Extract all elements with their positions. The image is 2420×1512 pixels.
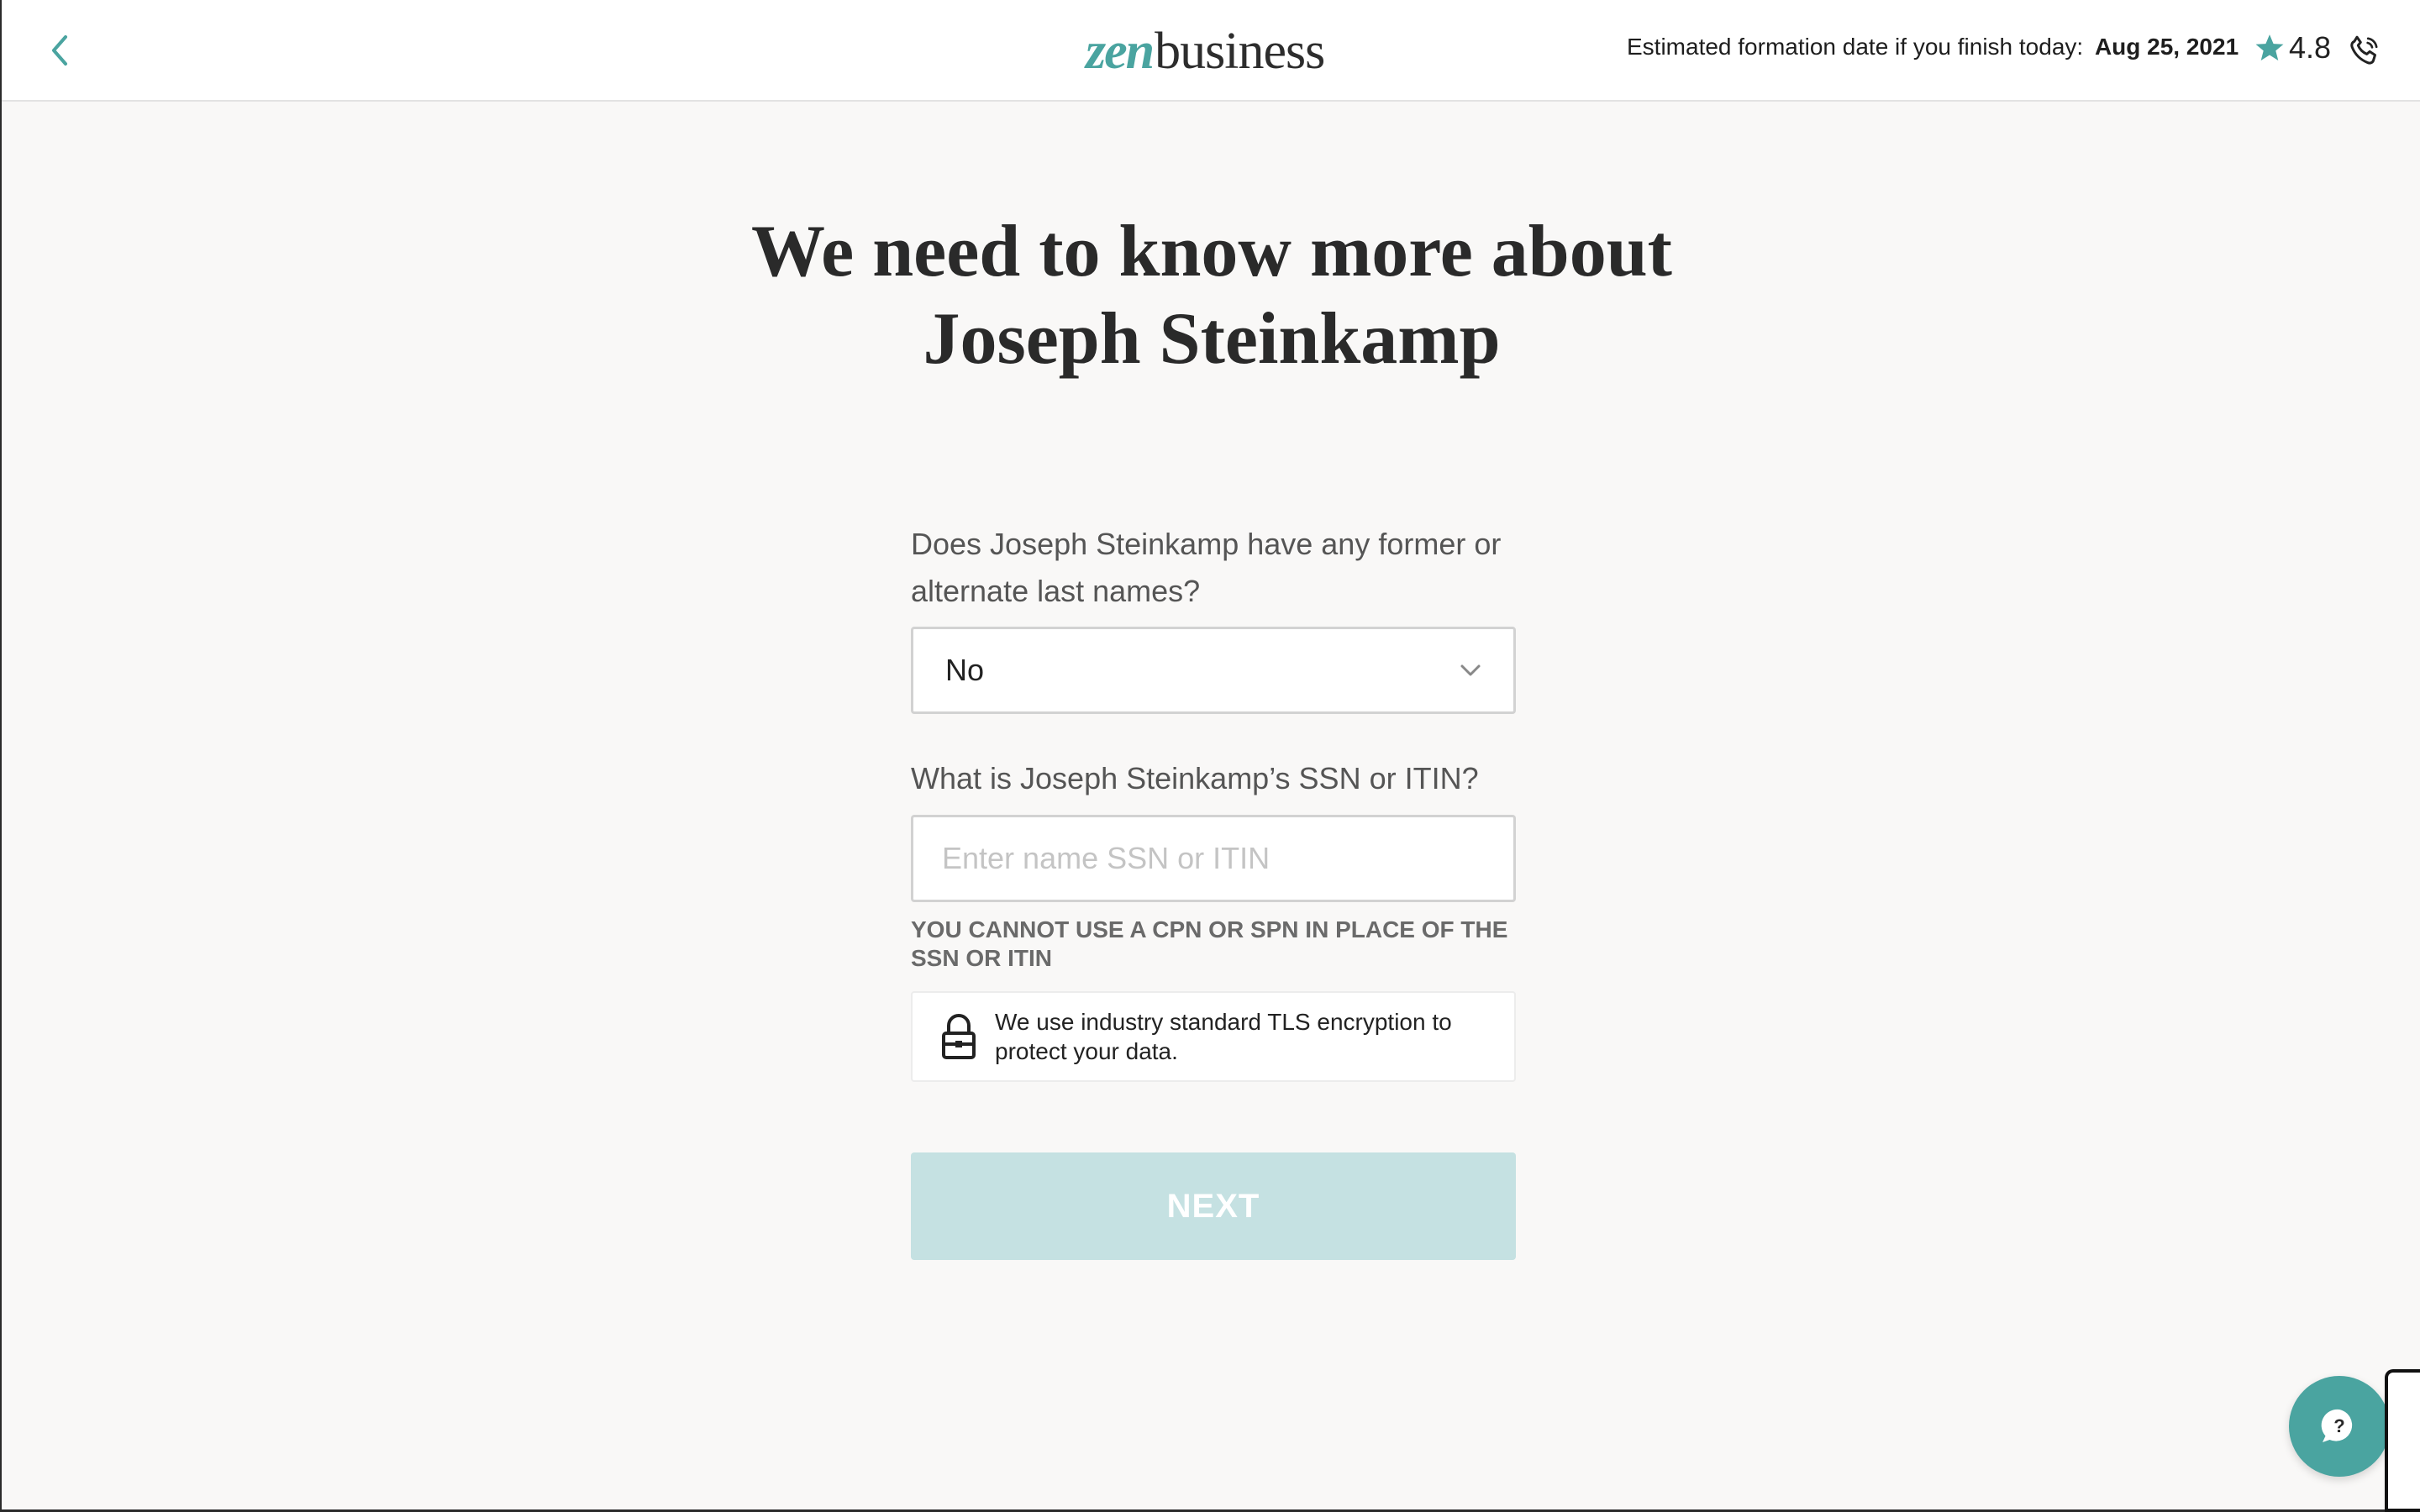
chevron-down-icon: [1460, 664, 1481, 676]
ssn-question: What is Joseph Steinkamp’s SSN or ITIN?: [911, 761, 1479, 795]
star-icon: [2255, 34, 2284, 61]
alternate-names-select[interactable]: No: [911, 627, 1516, 714]
page-title: We need to know more about Joseph Steink…: [623, 208, 1800, 383]
back-button[interactable]: [42, 30, 76, 71]
chat-help-icon: ?: [2321, 1409, 2353, 1442]
top-header: zen business Estimated formation date if…: [2, 0, 2420, 102]
phone-button[interactable]: [2348, 34, 2381, 67]
estimate-date: Aug 25, 2021: [2094, 34, 2239, 60]
chevron-left-icon: [52, 35, 67, 66]
estimate-label: Estimated formation date if you finish t…: [1627, 34, 2084, 60]
formation-estimate: Estimated formation date if you finish t…: [1627, 34, 2238, 60]
next-button[interactable]: NEXT: [911, 1152, 1516, 1260]
rating: 4.8: [2254, 30, 2331, 66]
encryption-text: We use industry standard TLS encryption …: [995, 1009, 1452, 1064]
rating-value: 4.8: [2289, 30, 2332, 65]
svg-text:?: ?: [2333, 1415, 2344, 1436]
alternate-names-question: Does Joseph Steinkamp have any former or…: [911, 527, 1502, 608]
title-line-1: We need to know more about: [751, 211, 1672, 292]
alternate-names-selected-value: No: [945, 653, 985, 687]
logo-zen-text: zen: [1086, 23, 1155, 80]
app-frame: zen business Estimated formation date if…: [0, 0, 2420, 1512]
ssn-input[interactable]: [911, 815, 1516, 902]
side-panel-tab[interactable]: [2385, 1369, 2420, 1512]
title-line-2: Joseph Steinkamp: [923, 298, 1501, 380]
lock-icon: [942, 1014, 976, 1059]
cpn-warning-note: YOU CANNOT USE A CPN OR SPN IN PLACE OF …: [911, 916, 1508, 971]
logo-business-text: business: [1155, 23, 1325, 80]
phone-icon: [2350, 35, 2378, 65]
zenbusiness-logo[interactable]: zen business: [1086, 22, 1325, 80]
encryption-notice: We use industry standard TLS encryption …: [911, 991, 1516, 1082]
help-chat-button[interactable]: ?: [2289, 1376, 2390, 1477]
